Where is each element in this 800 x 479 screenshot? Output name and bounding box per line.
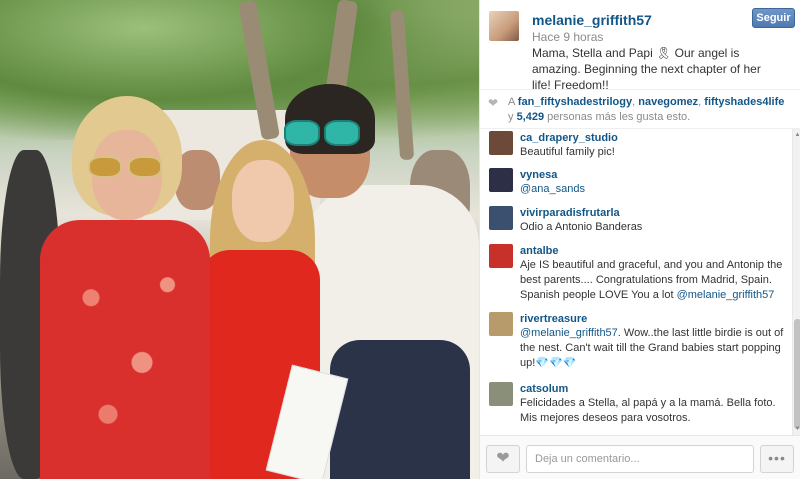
mention-link[interactable]: @melanie_griffith57: [677, 289, 775, 301]
likes-count[interactable]: 5,429: [517, 111, 545, 123]
comment-footer: ❤ •••: [480, 435, 800, 479]
comment-text: @melanie_griffith57. Wow..the last littl…: [520, 327, 784, 369]
comment-text: Odio a Antonio Banderas: [520, 221, 643, 233]
list-item: vivirparadisfrutarla Odio a Antonio Band…: [480, 204, 792, 242]
mirrored-sunglasses: [284, 120, 360, 148]
post-photo[interactable]: [0, 0, 479, 479]
commenter-username[interactable]: vivirparadisfrutarla: [520, 206, 784, 220]
man-jacket: [330, 340, 470, 479]
liker-link[interactable]: fan_fiftyshadestrilogy: [518, 96, 632, 108]
comment-input[interactable]: [526, 445, 754, 473]
heart-icon: ❤: [496, 450, 510, 467]
gold-sunglasses: [88, 156, 164, 180]
mention-link[interactable]: @melanie_griffith57: [520, 327, 618, 339]
commenter-username[interactable]: rivertreasure: [520, 312, 784, 326]
author-avatar[interactable]: [489, 11, 519, 41]
list-item: ca_drapery_studio Beautiful family pic!: [480, 129, 792, 166]
follow-button[interactable]: Seguir: [752, 8, 795, 28]
commenter-username[interactable]: vynesa: [520, 168, 784, 182]
heart-icon: ❤: [488, 96, 499, 110]
post-time: Hace 9 horas: [532, 30, 604, 44]
likes-suffix: personas más les gusta esto.: [547, 111, 691, 123]
girl-face: [232, 160, 294, 242]
post-caption: Mama, Stella and Papi 🎗 Our angel is ama…: [532, 46, 761, 92]
scroll-thumb[interactable]: [794, 319, 800, 429]
author-username[interactable]: melanie_griffith57: [532, 12, 652, 28]
commenter-avatar[interactable]: [489, 168, 513, 192]
list-item: vynesa @ana_sands: [480, 166, 792, 204]
liker-link[interactable]: navegomez: [638, 96, 698, 108]
scroll-up-arrow-icon[interactable]: ▲: [794, 131, 800, 139]
list-item: antalbe Aje IS beautiful and graceful, a…: [480, 242, 792, 310]
list-item: catsolum Felicidades a Stella, al papá y…: [480, 380, 792, 430]
comment-text: Beautiful family pic!: [520, 146, 615, 158]
commenter-avatar[interactable]: [489, 131, 513, 155]
comment-text: Felicidades a Stella, al papá y a la mam…: [520, 397, 776, 424]
comment-text: @ana_sands: [520, 182, 784, 197]
commenter-avatar[interactable]: [489, 382, 513, 406]
comments-list[interactable]: ca_drapery_studio Beautiful family pic! …: [480, 129, 792, 435]
list-item: rivertreasure @melanie_griffith57. Wow..…: [480, 310, 792, 380]
comment-text: Aje IS beautiful and graceful, and you a…: [520, 259, 783, 301]
likes-prefix: A: [508, 96, 515, 108]
post-sidebar: melanie_griffith57 Hace 9 horas Mama, St…: [479, 0, 800, 479]
likes-summary: ❤ A fan_fiftyshadestrilogy, navegomez, f…: [480, 89, 800, 129]
liker-link[interactable]: fiftyshades4life: [704, 96, 784, 108]
commenter-username[interactable]: ca_drapery_studio: [520, 131, 784, 145]
like-button[interactable]: ❤: [486, 445, 520, 473]
post-header: melanie_griffith57 Hace 9 horas Mama, St…: [480, 0, 800, 92]
likes-joiner: y: [508, 111, 514, 123]
woman-floral-dress: [40, 220, 210, 479]
mention-link[interactable]: @ana_sands: [520, 183, 585, 195]
more-options-button[interactable]: •••: [760, 445, 794, 473]
more-dots-icon: •••: [768, 450, 786, 466]
commenter-avatar[interactable]: [489, 312, 513, 336]
commenter-username[interactable]: antalbe: [520, 244, 784, 258]
scroll-down-arrow-icon[interactable]: ▼: [794, 425, 800, 433]
comments-scrollbar[interactable]: ▲ ▼: [792, 129, 800, 435]
commenter-username[interactable]: catsolum: [520, 382, 784, 396]
commenter-avatar[interactable]: [489, 206, 513, 230]
commenter-avatar[interactable]: [489, 244, 513, 268]
